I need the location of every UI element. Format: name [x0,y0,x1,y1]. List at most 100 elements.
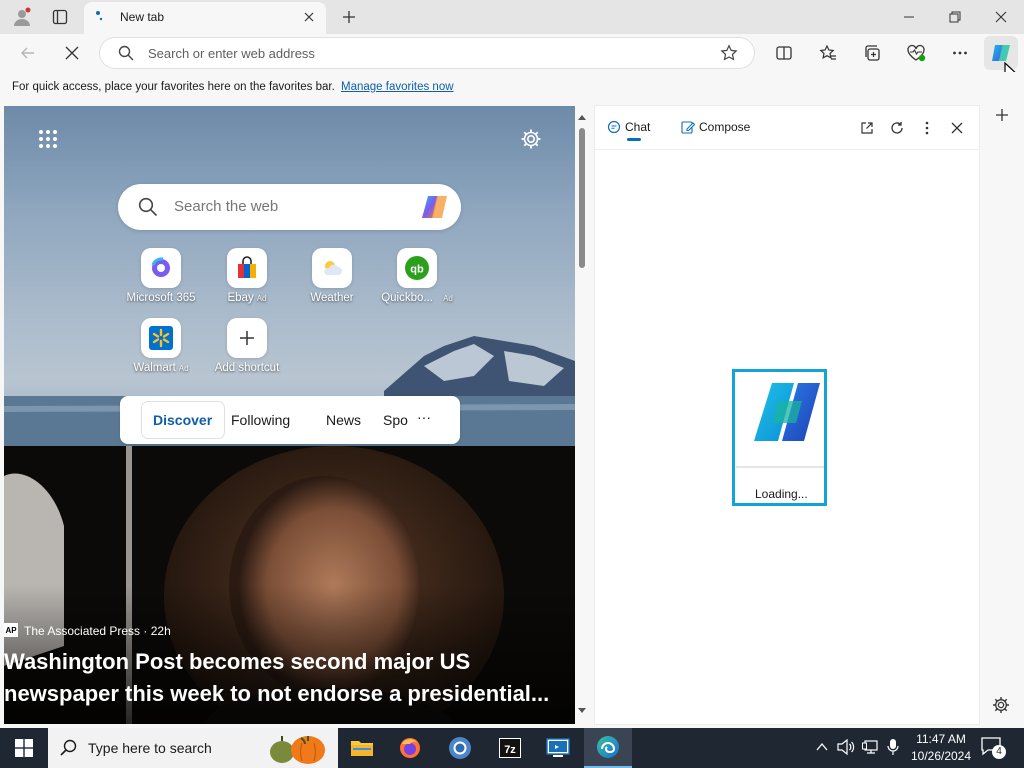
shopping-bag-icon [238,256,256,278]
sidebar-settings-gear-icon[interactable] [992,696,1010,714]
notification-count-badge: 4 [992,745,1006,759]
minimize-button[interactable] [886,0,932,34]
more-tabs-button[interactable]: ··· [417,409,431,425]
tab-close-button[interactable] [300,8,318,26]
shortcut-label: Walmart [133,362,176,374]
microphone-icon[interactable] [887,738,899,756]
web-search-box[interactable]: Search the web [118,184,461,230]
taskbar-7zip[interactable]: 7z [486,728,534,768]
mountain-landscape-image [4,336,575,446]
favorites-button[interactable] [814,39,842,67]
shortcut-label: Add shortcut [214,362,280,374]
pumpkins-illustration-icon [270,736,325,764]
shortcut-quickbooks[interactable]: qb Quickbo... Ad [377,248,457,304]
shortcut-label: Weather [310,292,354,304]
feed-tabs: Discover Following News Spo ··· [120,396,460,444]
start-button[interactable] [0,728,48,768]
firefox-icon [400,738,420,758]
scroll-down-icon[interactable] [578,708,586,714]
taskbar-firefox[interactable] [386,728,434,768]
remote-desktop-icon [546,738,570,757]
scrollbar-thumb[interactable] [579,128,585,268]
notification-center-button[interactable]: 4 [980,736,1006,760]
7zip-icon: 7z [499,738,521,758]
close-window-button[interactable] [978,0,1024,34]
tab-following[interactable]: Following [231,412,290,428]
shortcut-walmart[interactable]: Walmart Ad [121,318,201,374]
loading-progress-bar [736,466,824,468]
back-button[interactable] [14,39,42,67]
web-search-placeholder: Search the web [174,198,279,215]
split-screen-button[interactable] [770,39,798,67]
address-bar[interactable]: Search or enter web address [100,38,754,68]
news-card[interactable]: AP The Associated Press · 22h Washington… [4,446,575,724]
new-tab-button[interactable] [336,4,362,30]
sidebar-rail [980,72,1024,728]
tab-compose-label: Compose [699,120,751,134]
weather-icon [324,261,342,275]
shortcut-label: Ebay [227,292,254,304]
volume-icon[interactable] [837,739,855,755]
close-icon [304,12,314,22]
profile-button[interactable] [4,0,40,34]
tab-strip: New tab [0,0,1024,34]
more-vertical-icon [925,121,929,135]
taskbar-remote-desktop[interactable] [534,728,582,768]
source-logo: AP [4,623,18,637]
scroll-up-icon[interactable] [578,114,586,120]
new-tab-page: Search the web Microsoft 365 Ebay Ad Weat… [4,106,575,724]
shortcut-microsoft-365[interactable]: Microsoft 365 [121,248,201,304]
shortcut-weather[interactable]: Weather [292,248,372,304]
close-pane-button[interactable] [947,118,967,138]
heart-pulse-icon [907,44,926,62]
copilot-icon[interactable] [420,193,450,221]
taskbar-app-chromium[interactable] [436,728,484,768]
chat-bubble-icon [607,120,621,134]
system-clock[interactable]: 11:47 AM 10/26/2024 [906,731,976,765]
search-icon [138,197,158,217]
chevron-up-icon[interactable] [816,742,828,752]
restore-button[interactable] [932,0,978,34]
tab-news[interactable]: News [326,412,361,428]
favorites-hint-text: For quick access, place your favorites h… [12,81,335,93]
stop-loading-button[interactable] [58,39,86,67]
tab-actions-button[interactable] [42,0,78,34]
tab-compose[interactable]: Compose [681,120,750,134]
tab-sports[interactable]: Spo [383,412,408,428]
collections-button[interactable] [858,39,886,67]
taskbar-file-explorer[interactable] [338,728,386,768]
plus-icon [343,11,355,23]
tab-chat[interactable]: Chat [607,120,650,134]
taskbar-search-box[interactable]: Type here to search [48,728,338,768]
open-in-new-tab-button[interactable] [857,118,877,138]
news-source: The Associated Press · 22h [24,624,171,638]
windows-logo-icon [15,739,33,757]
walmart-icon [149,326,173,350]
refresh-icon [891,122,903,134]
arrow-left-icon [21,47,34,59]
taskbar: Type here to search 7z 11:47 AM 10/26/20… [0,728,1024,768]
more-options-button[interactable] [917,118,937,138]
tab-discover[interactable]: Discover [153,412,212,428]
add-sidebar-app-icon[interactable] [995,108,1009,122]
open-external-icon [861,122,873,134]
apps-grid-icon[interactable] [38,129,58,149]
shortcut-ebay[interactable]: Ebay Ad [207,248,287,304]
tab-new-tab[interactable]: New tab [84,2,326,34]
svg-text:qb: qb [410,264,424,276]
manage-favorites-link[interactable]: Manage favorites now [341,81,454,93]
page-settings-gear-icon[interactable] [520,128,542,150]
browser-essentials-button[interactable] [902,39,930,67]
restore-icon [949,11,961,23]
clock-date: 10/26/2024 [910,749,972,763]
clock-time: 11:47 AM [916,732,966,746]
settings-more-button[interactable] [946,39,974,67]
star-add-favorite-icon[interactable] [720,44,738,62]
refresh-button[interactable] [887,118,907,138]
network-icon[interactable] [862,739,880,755]
svg-text:7z: 7z [504,744,516,756]
page-scrollbar[interactable] [575,106,589,724]
copilot-side-pane: Chat Compose Loading... [595,106,979,724]
add-shortcut-button[interactable]: Add shortcut [207,318,287,374]
taskbar-edge[interactable] [584,728,632,768]
